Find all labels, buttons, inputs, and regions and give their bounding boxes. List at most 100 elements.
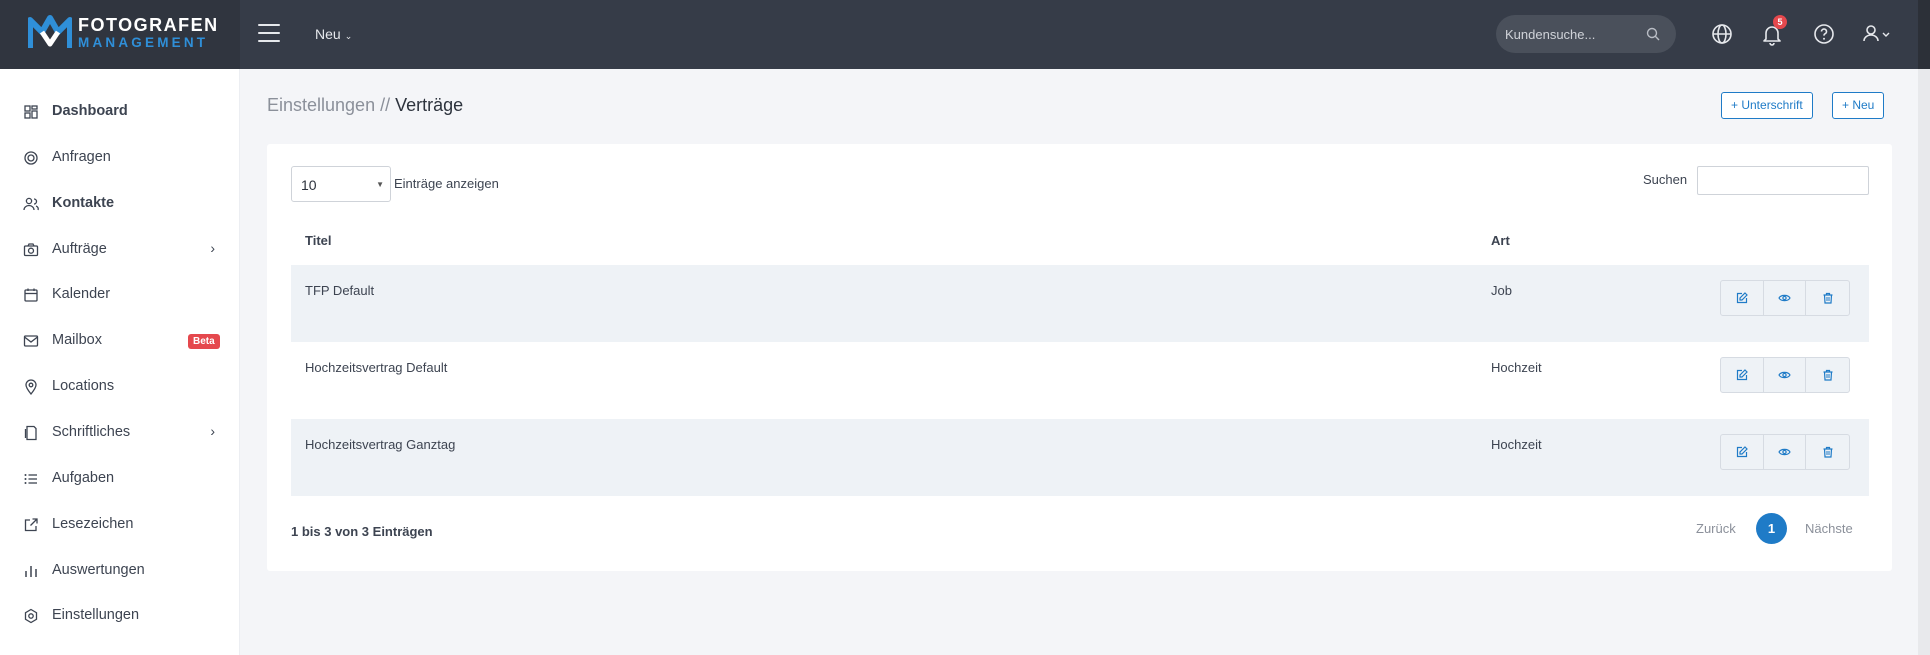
pagination-prev[interactable]: Zurück: [1696, 521, 1736, 536]
sidebar-item-label: Auswertungen: [52, 562, 145, 578]
window-edge: [1918, 0, 1930, 655]
sidebar-item-locations[interactable]: Locations: [0, 367, 240, 407]
top-bar: FOTOGRAFEN MANAGEMENT Neu⌄ 5: [0, 0, 1918, 69]
beta-badge: Beta: [188, 334, 220, 349]
row-actions: [1720, 280, 1850, 316]
sidebar-item-kontakte[interactable]: Kontakte: [0, 184, 240, 224]
table-row: Hochzeitsvertrag Default Hochzeit: [291, 342, 1869, 419]
add-contract-button[interactable]: + Neu: [1832, 92, 1885, 119]
chevron-down-icon: ⌄: [344, 31, 353, 41]
customer-search[interactable]: [1496, 15, 1676, 53]
preview-button[interactable]: [1764, 358, 1807, 392]
contract-title: Hochzeitsvertrag Ganztag: [305, 437, 456, 452]
table-row: Hochzeitsvertrag Ganztag Hochzeit: [291, 419, 1869, 496]
add-signature-button[interactable]: + Unterschrift: [1721, 92, 1813, 119]
search-icon[interactable]: [1646, 27, 1660, 41]
sidebar-item-label: Kontakte: [52, 195, 115, 211]
pagination-next[interactable]: Nächste: [1805, 521, 1853, 536]
document-icon: [24, 425, 37, 441]
page-length-value: 10: [301, 177, 317, 193]
preview-button[interactable]: [1764, 281, 1807, 315]
contract-type: Hochzeit: [1491, 437, 1542, 452]
trash-icon: [1823, 292, 1833, 304]
delete-button[interactable]: [1806, 358, 1849, 392]
trash-icon: [1823, 369, 1833, 381]
edit-icon: [1736, 369, 1748, 381]
eye-icon: [1778, 371, 1791, 379]
sidebar-item-aufgaben[interactable]: Aufgaben: [0, 459, 240, 499]
sidebar-item-label: Kalender: [52, 286, 111, 302]
sidebar-item-lesezeichen[interactable]: Lesezeichen: [0, 505, 240, 545]
column-header-type[interactable]: Art: [1491, 233, 1510, 248]
contract-type: Job: [1491, 283, 1512, 298]
edit-button[interactable]: [1721, 358, 1764, 392]
chevron-right-icon: ›: [210, 240, 215, 256]
table-search-label: Suchen: [1643, 172, 1688, 187]
edit-button[interactable]: [1721, 281, 1764, 315]
sidebar-item-label: Aufträge: [52, 241, 107, 257]
breadcrumb-separator: //: [375, 95, 396, 115]
chevron-right-icon: ›: [210, 423, 215, 439]
user-icon[interactable]: [1862, 22, 1892, 46]
sidebar-item-auftraege[interactable]: Aufträge ›: [0, 230, 240, 270]
eye-icon: [1778, 294, 1791, 302]
users-icon: [23, 197, 39, 211]
contract-title: Hochzeitsvertrag Default: [305, 360, 448, 375]
sidebar-item-label: Anfragen: [52, 149, 111, 165]
sidebar-item-dashboard[interactable]: Dashboard: [0, 92, 240, 132]
sidebar-item-label: Mailbox: [52, 332, 102, 348]
new-dropdown[interactable]: Neu ⌄: [315, 26, 352, 42]
notification-badge: 5: [1773, 15, 1787, 29]
brand-name: FOTOGRAFEN: [78, 15, 219, 35]
sidebar-item-anfragen[interactable]: Anfragen: [0, 138, 240, 178]
external-link-icon: [24, 518, 38, 532]
bar-chart-icon: [25, 566, 37, 577]
new-dropdown-label: Neu: [315, 26, 341, 42]
page-length-select[interactable]: 10 ▼: [291, 166, 391, 202]
target-icon: [24, 151, 38, 165]
sidebar-item-label: Einstellungen: [52, 607, 140, 623]
table-search-input[interactable]: [1697, 166, 1869, 195]
page-length-label: Einträge anzeigen: [394, 176, 499, 191]
sidebar-item-label: Schriftliches: [52, 424, 131, 440]
delete-button[interactable]: [1806, 281, 1849, 315]
sidebar-item-label: Locations: [52, 378, 115, 394]
pagination-page[interactable]: 1: [1756, 513, 1787, 544]
breadcrumb-parent[interactable]: Einstellungen: [267, 95, 375, 115]
sidebar-item-label: Lesezeichen: [52, 516, 134, 532]
camera-icon: [23, 243, 39, 257]
row-actions: [1720, 357, 1850, 393]
brand[interactable]: FOTOGRAFEN MANAGEMENT: [0, 0, 240, 69]
column-header-title[interactable]: Titel: [305, 233, 332, 248]
edit-button[interactable]: [1721, 435, 1764, 469]
delete-button[interactable]: [1806, 435, 1849, 469]
sidebar-item-auswertungen[interactable]: Auswertungen: [0, 551, 240, 591]
sidebar-item-mailbox[interactable]: Mailbox Beta: [0, 321, 240, 361]
page-title: Verträge: [395, 95, 464, 115]
contracts-card: 10 ▼ Einträge anzeigen Suchen Titel Art …: [267, 144, 1892, 571]
sidebar-item-einstellungen[interactable]: Einstellungen: [0, 596, 240, 636]
sidebar: Dashboard Anfragen Kontakte Aufträge › K…: [0, 69, 240, 655]
list-icon: [24, 474, 37, 484]
help-icon[interactable]: [1812, 22, 1836, 46]
menu-icon[interactable]: [258, 24, 280, 44]
sidebar-item-label: Aufgaben: [52, 470, 115, 486]
contract-title: TFP Default: [305, 283, 375, 298]
mail-icon: [23, 335, 39, 347]
dashboard-icon: [24, 105, 38, 119]
settings-icon: [24, 608, 38, 624]
edit-icon: [1736, 446, 1748, 458]
preview-button[interactable]: [1764, 435, 1807, 469]
map-pin-icon: [25, 379, 37, 395]
breadcrumb: Einstellungen // Verträge: [267, 95, 463, 116]
logo-icon: [28, 15, 72, 48]
eye-icon: [1778, 448, 1791, 456]
globe-icon[interactable]: [1710, 22, 1734, 46]
calendar-icon: [24, 288, 38, 302]
brand-subtitle: MANAGEMENT: [78, 35, 209, 50]
sidebar-item-kalender[interactable]: Kalender: [0, 275, 240, 315]
caret-down-icon: ▼: [376, 180, 384, 189]
sidebar-item-schriftliches[interactable]: Schriftliches ›: [0, 413, 240, 453]
customer-search-input[interactable]: [1505, 24, 1645, 44]
edit-icon: [1736, 292, 1748, 304]
